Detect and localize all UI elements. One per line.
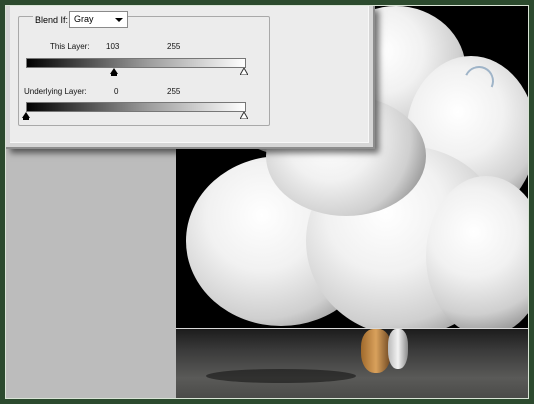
shoe-shape [388,329,408,369]
this-layer-gradient [26,58,246,68]
this-layer-label: This Layer: [50,42,90,51]
this-layer-black-value: 103 [106,42,120,51]
chevron-down-icon [115,18,123,22]
shadow-shape [206,369,356,383]
shoe-shape [361,329,391,373]
underlying-layer-label: Underlying Layer: [24,87,87,96]
underlying-layer-black-slider[interactable] [22,112,30,120]
blend-if-value: Gray [74,14,94,24]
this-layer-white-value: 255 [167,42,181,51]
blending-options-dialog: Blend If: Gray This Layer: 103 255 Under… [6,6,375,149]
this-layer-black-slider[interactable] [110,68,119,76]
floor-photo [176,328,528,398]
underlying-layer-gradient [26,102,246,112]
underlying-layer-white-slider[interactable] [240,112,248,119]
screenshot-frame: Blend If: Gray This Layer: 103 255 Under… [5,5,529,399]
underlying-layer-white-value: 255 [167,87,181,96]
dialog-body: Blend If: Gray This Layer: 103 255 Under… [10,6,369,143]
blend-if-label: Blend If: [33,15,71,25]
blend-if-select[interactable]: Gray [69,11,128,28]
white-slider-icon [240,68,248,75]
underlying-layer-black-value: 0 [114,87,119,96]
this-layer-white-slider[interactable] [240,68,248,75]
white-slider-icon [240,112,248,119]
